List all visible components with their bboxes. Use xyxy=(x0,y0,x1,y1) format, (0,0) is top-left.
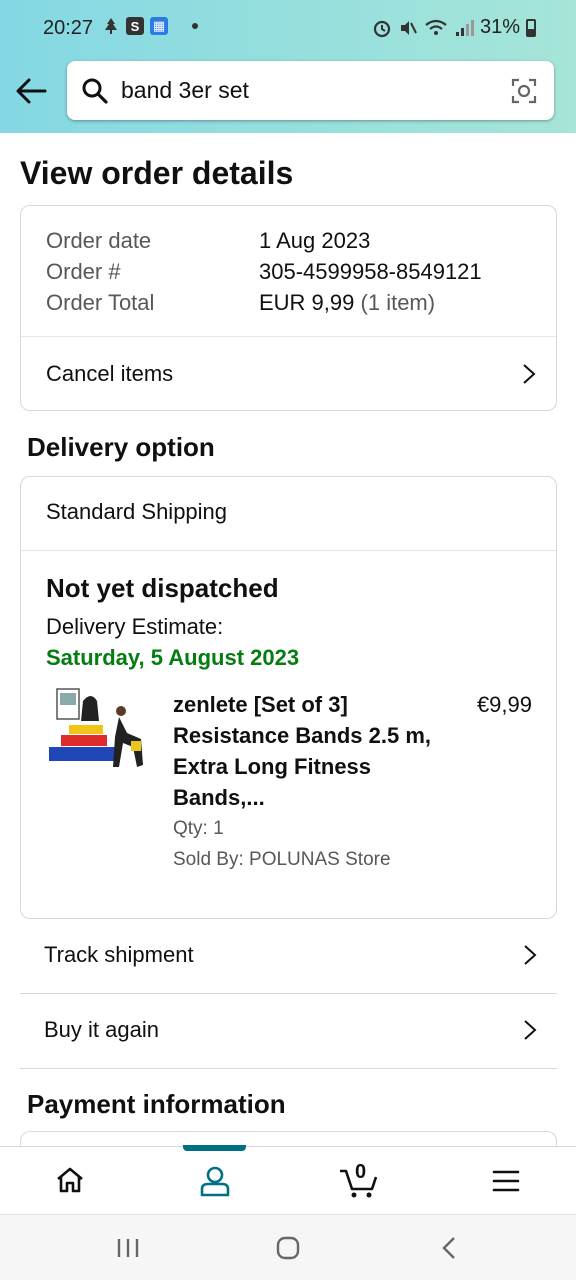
camera-search-icon[interactable] xyxy=(510,77,538,105)
order-total-label: Order Total xyxy=(46,290,155,315)
cancel-items-label: Cancel items xyxy=(46,361,174,386)
home-button-icon[interactable] xyxy=(276,1236,300,1260)
signal-icon xyxy=(455,19,474,36)
payment-information-heading: Payment information xyxy=(27,1089,286,1119)
product-seller: Sold By: POLUNAS Store xyxy=(173,849,391,870)
recent-apps-icon[interactable] xyxy=(116,1237,140,1259)
back-button-icon[interactable] xyxy=(441,1236,457,1260)
search-icon xyxy=(82,78,108,104)
mute-icon xyxy=(400,20,417,35)
order-number-label: Order # xyxy=(46,259,121,284)
chevron-right-icon xyxy=(523,364,536,384)
shipment-status: Not yet dispatched xyxy=(46,573,279,603)
order-date-label: Order date xyxy=(46,228,152,253)
status-notification-icons: S ▦ xyxy=(102,16,198,36)
divider xyxy=(21,550,556,551)
cart-button[interactable]: 0 xyxy=(338,1161,380,1199)
delivery-estimate-date: Saturday, 5 August 2023 xyxy=(46,645,300,670)
product-quantity: Qty: 1 xyxy=(173,818,224,839)
shipping-method: Standard Shipping xyxy=(46,499,228,524)
order-date-value: 1 Aug 2023 xyxy=(259,228,371,253)
selected-tab-indicator xyxy=(183,1145,246,1151)
more-notifications-dot xyxy=(192,23,198,29)
chevron-right-icon xyxy=(524,945,537,965)
order-item-count: (1 item) xyxy=(360,290,436,315)
bottom-navigation: 0 xyxy=(0,1145,576,1214)
delivery-estimate-label: Delivery Estimate: xyxy=(46,614,224,639)
alarm-icon xyxy=(373,20,391,37)
cart-count: 0 xyxy=(355,1161,367,1183)
track-shipment-row[interactable]: Track shipment xyxy=(20,919,557,994)
track-shipment-label: Track shipment xyxy=(44,942,194,967)
status-bar: 20:27 S ▦ 31% xyxy=(0,0,576,58)
status-system-icons: 31% xyxy=(372,16,536,39)
s-app-icon: S xyxy=(126,17,144,35)
battery-icon xyxy=(526,18,536,37)
product-image[interactable] xyxy=(47,687,149,782)
calendar-app-icon: ▦ xyxy=(150,17,168,35)
account-icon[interactable] xyxy=(199,1165,231,1197)
back-arrow-icon[interactable] xyxy=(14,76,48,106)
buy-it-again-label: Buy it again xyxy=(44,1017,159,1042)
search-bar[interactable]: band 3er set xyxy=(67,61,554,120)
order-number-value: 305-4599958-8549121 xyxy=(259,259,482,284)
status-time: 20:27 xyxy=(43,17,94,39)
cancel-items-row[interactable]: Cancel items xyxy=(21,337,556,411)
system-navigation-bar xyxy=(0,1214,576,1280)
product-price: €9,99 xyxy=(476,692,532,717)
home-icon[interactable] xyxy=(55,1165,85,1195)
buy-it-again-row[interactable]: Buy it again xyxy=(20,994,557,1069)
top-bar: 20:27 S ▦ 31% band 3er set xyxy=(0,0,576,133)
wifi-icon xyxy=(425,19,447,35)
delivery-option-heading: Delivery option xyxy=(27,432,215,462)
order-total: EUR 9,99 (1 item) xyxy=(259,290,435,316)
order-summary-card: Order date 1 Aug 2023 Order # 305-459995… xyxy=(20,205,557,411)
notification-app-icon xyxy=(105,18,117,34)
search-input[interactable]: band 3er set xyxy=(121,77,249,104)
chevron-right-icon xyxy=(524,1020,537,1040)
delivery-card: Standard Shipping Not yet dispatched Del… xyxy=(20,476,557,919)
battery-percent: 31% xyxy=(479,16,520,38)
page-title: View order details xyxy=(20,155,294,191)
menu-icon[interactable] xyxy=(492,1169,520,1193)
order-total-value: EUR 9,99 xyxy=(259,290,355,315)
product-title[interactable]: zenlete [Set of 3] Resistance Bands 2.5 … xyxy=(173,689,433,813)
